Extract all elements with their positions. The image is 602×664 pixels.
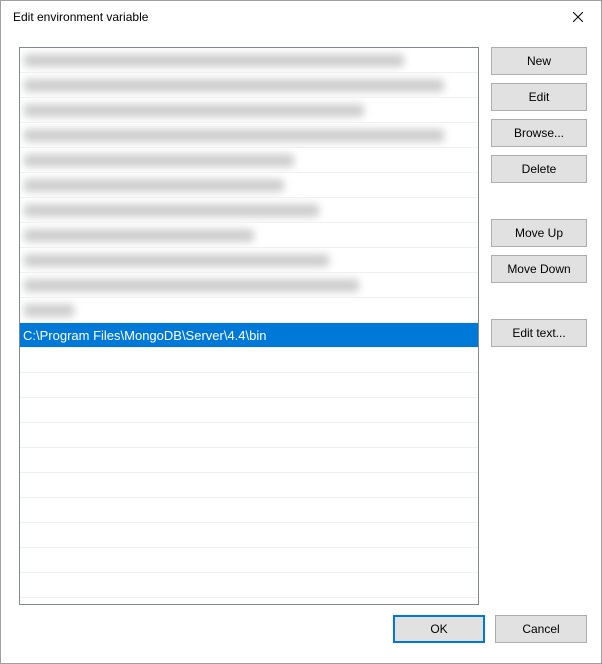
titlebar: Edit environment variable: [1, 1, 601, 33]
list-item[interactable]: [20, 73, 478, 98]
list-item[interactable]: [20, 198, 478, 223]
list-item[interactable]: [20, 148, 478, 173]
dialog-content: New Edit Browse... Delete Move Up Move D…: [1, 33, 601, 615]
close-icon: [573, 12, 583, 22]
move-up-button[interactable]: Move Up: [491, 219, 587, 247]
cancel-button[interactable]: Cancel: [495, 615, 587, 643]
edit-text-button[interactable]: Edit text...: [491, 319, 587, 347]
list-item[interactable]: [20, 123, 478, 148]
window-title: Edit environment variable: [13, 10, 148, 24]
list-item[interactable]: [20, 98, 478, 123]
move-down-button[interactable]: Move Down: [491, 255, 587, 283]
ok-button[interactable]: OK: [393, 615, 485, 643]
close-button[interactable]: [555, 1, 601, 33]
list-empty-area: [20, 348, 478, 604]
spacer: [491, 291, 587, 319]
browse-button[interactable]: Browse...: [491, 119, 587, 147]
list-item[interactable]: [20, 173, 478, 198]
list-item[interactable]: [20, 248, 478, 273]
path-edit-input[interactable]: [20, 324, 306, 347]
new-button[interactable]: New: [491, 47, 587, 75]
edit-button[interactable]: Edit: [491, 83, 587, 111]
list-item[interactable]: [20, 298, 478, 323]
list-item-selected[interactable]: [20, 323, 478, 348]
list-inner: [20, 48, 478, 348]
list-item[interactable]: [20, 273, 478, 298]
spacer: [491, 191, 587, 219]
side-button-panel: New Edit Browse... Delete Move Up Move D…: [491, 47, 587, 605]
delete-button[interactable]: Delete: [491, 155, 587, 183]
bottom-button-bar: OK Cancel: [1, 615, 601, 657]
list-item[interactable]: [20, 48, 478, 73]
list-item[interactable]: [20, 223, 478, 248]
path-listbox[interactable]: [19, 47, 479, 605]
